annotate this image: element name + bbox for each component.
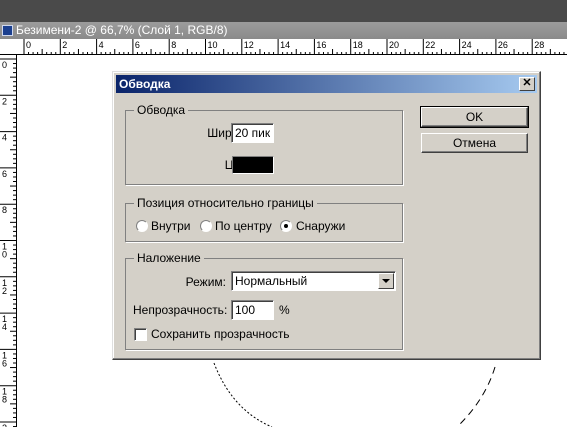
document-title: Безимени-2 @ 66,7% (Слой 1, RGB/8) (16, 23, 228, 37)
v-ruler-label: 4 (2, 133, 7, 143)
dialog-title: Обводка (119, 77, 171, 91)
ok-button[interactable]: OK (420, 106, 529, 128)
v-ruler-label: 8 (2, 205, 7, 215)
radio-inside-label[interactable]: Внутри (151, 219, 191, 233)
radio-outside-label[interactable]: Снаружи (296, 219, 345, 233)
preserve-transparency-checkbox[interactable] (134, 328, 147, 341)
h-ruler-label: 24 (462, 40, 472, 50)
stroke-dialog: Обводка ✕ Обводка Ширина: Цвет: Позиция … (112, 71, 541, 360)
h-ruler-label: 6 (135, 40, 140, 50)
cancel-button[interactable]: Отмена (421, 133, 528, 153)
h-ruler-label: 22 (425, 40, 435, 50)
radio-selected-dot (284, 224, 288, 228)
h-ruler-label: 4 (99, 40, 104, 50)
h-ruler-label: 20 (389, 40, 399, 50)
radio-outside[interactable] (280, 220, 292, 232)
v-ruler-label: 6 (2, 169, 7, 179)
mode-select[interactable]: Нормальный (231, 271, 396, 291)
v-ruler-label: 2 (2, 96, 7, 106)
dialog-titlebar[interactable]: Обводка ✕ (116, 75, 537, 93)
h-ruler-label: 2 (62, 40, 67, 50)
chevron-down-icon[interactable] (378, 273, 394, 289)
v-ruler-label: 2 (2, 286, 7, 296)
application-bar (0, 0, 567, 22)
h-ruler-label: 12 (244, 40, 254, 50)
v-ruler-label: 4 (2, 322, 7, 332)
horizontal-ruler-ticks: 024681012141618202224262830 (23, 39, 565, 55)
color-swatch[interactable] (232, 156, 274, 174)
vertical-ruler-ticks: 02468101214161820 (0, 58, 17, 427)
h-ruler-label: 26 (498, 40, 508, 50)
v-ruler-label: 0 (2, 250, 7, 260)
v-ruler-label: 6 (2, 358, 7, 368)
width-input[interactable] (231, 123, 274, 143)
h-ruler-label: 16 (316, 40, 326, 50)
h-ruler-label: 8 (171, 40, 176, 50)
close-icon: ✕ (522, 77, 532, 89)
horizontal-ruler[interactable]: 024681012141618202224262830 (0, 39, 567, 55)
blending-group-legend: Наложение (137, 251, 201, 265)
radio-center[interactable] (200, 220, 212, 232)
h-ruler-label: 10 (208, 40, 218, 50)
opacity-label: Непрозрачность: (133, 303, 228, 317)
mode-select-value: Нормальный (235, 274, 308, 288)
close-button[interactable]: ✕ (519, 77, 535, 91)
opacity-unit: % (279, 303, 290, 317)
v-ruler-label: 2 (2, 423, 7, 427)
radio-inside[interactable] (136, 220, 148, 232)
vertical-ruler[interactable]: 02468101214161820 (0, 55, 17, 427)
h-ruler-label: 14 (280, 40, 290, 50)
opacity-input[interactable] (231, 300, 274, 320)
radio-center-label[interactable]: По центру (215, 219, 272, 233)
h-ruler-label: 28 (534, 40, 544, 50)
document-title-bar[interactable]: Безимени-2 @ 66,7% (Слой 1, RGB/8) (0, 22, 567, 39)
mode-label: Режим: (185, 275, 226, 289)
h-ruler-label: 0 (26, 40, 31, 50)
preserve-transparency-label[interactable]: Сохранить прозрачность (151, 327, 290, 341)
v-ruler-label: 0 (2, 60, 7, 70)
stroke-group-legend: Обводка (137, 103, 186, 117)
v-ruler-label: 8 (2, 395, 7, 405)
photoshop-document-icon (2, 25, 13, 36)
h-ruler-label: 18 (353, 40, 363, 50)
position-group-legend: Позиция относительно границы (137, 196, 314, 210)
